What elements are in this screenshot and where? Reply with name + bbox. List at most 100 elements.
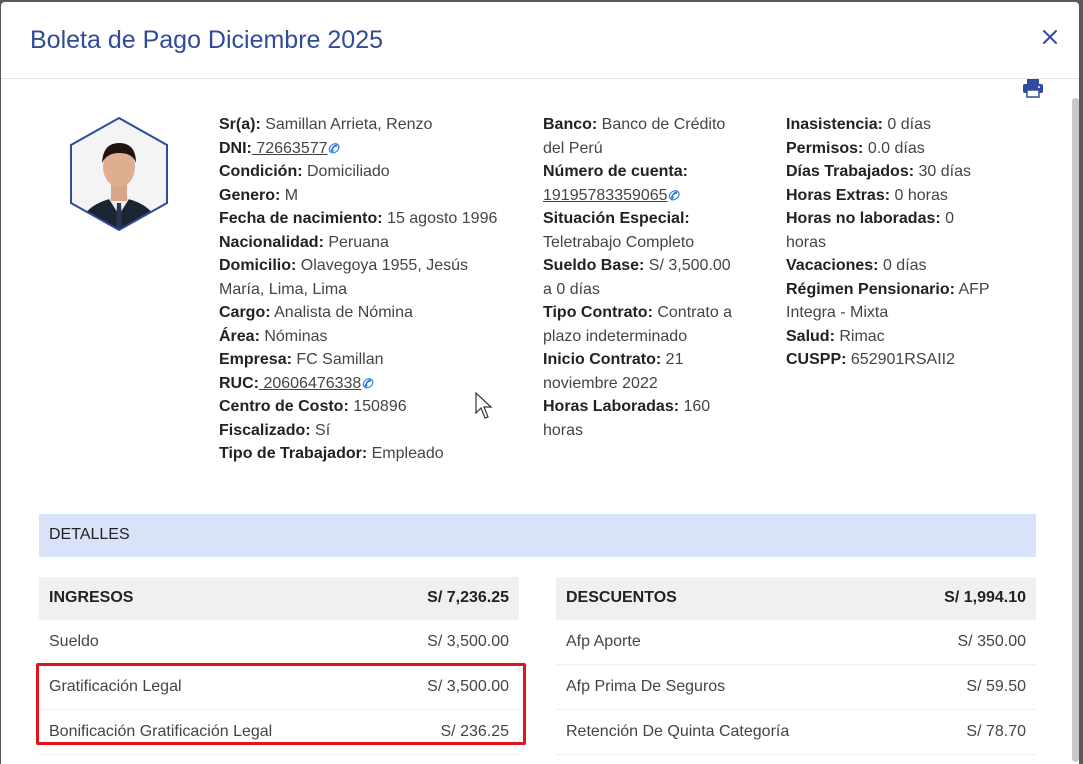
descuentos-title: DESCUENTOS [566, 589, 677, 606]
info-field-value: 0 días [882, 116, 931, 133]
info-field-label: Inicio Contrato: [543, 351, 662, 368]
info-field-value-continued: María, Lima, Lima [219, 280, 348, 298]
info-field: Vacaciones: 0 días [786, 254, 1011, 278]
info-field: Sueldo Base: S/ 3,500.00 [543, 254, 758, 278]
info-field-label: Días Trabajados: [786, 163, 915, 180]
info-field: Nacionalidad: Peruana [219, 231, 519, 255]
info-field-label: Salud: [786, 327, 835, 345]
descuentos-header: DESCUENTOS S/ 1,994.10 [556, 577, 1036, 620]
info-field-value: Sí [310, 421, 331, 439]
modal-title: Boleta de Pago Diciembre 2025 [30, 26, 384, 54]
info-field-label: Régimen Pensionario: [786, 280, 955, 298]
info-field: Número de cuenta: [543, 160, 758, 184]
info-field: Área: Nóminas [219, 325, 519, 349]
info-field-value: 0 horas [890, 186, 948, 204]
account-number-link[interactable]: 19195783359065 [543, 187, 668, 204]
close-icon[interactable] [1041, 28, 1059, 46]
info-field: Horas no laboradas: 0 [786, 207, 1011, 231]
info-field-value: M [280, 186, 299, 204]
info-field-value: Contrato a [652, 304, 733, 321]
info-field: RUC: 20606476338✆ [219, 372, 519, 396]
info-field: Tipo Contrato: Contrato a [543, 301, 758, 325]
info-field: Situación Especial: [543, 207, 758, 231]
ingresos-title: INGRESOS [49, 589, 134, 606]
info-field: CUSPP: 652901RSAII2 [786, 348, 1011, 372]
info-field: Empresa: FC Samillan [219, 348, 519, 372]
info-field: Genero: M [219, 184, 519, 208]
info-field: Permisos: 0.0 días [786, 137, 1011, 161]
info-field: Horas Laboradas: 160 [543, 395, 758, 419]
info-field: Inasistencia: 0 días [786, 113, 1011, 137]
info-field-value[interactable]: 20606476338 [259, 375, 361, 392]
phone-icon[interactable]: ✆ [668, 188, 679, 203]
info-field: Domicilio: Olavegoya 1955, Jesús [219, 254, 519, 278]
info-field-value: Peruana [323, 233, 389, 251]
info-field: Centro de Costo: 150896 [219, 395, 519, 419]
info-field-value: 652901RSAII2 [846, 351, 955, 368]
info-field-value-continued: noviembre 2022 [543, 374, 658, 392]
scrollbar[interactable] [1072, 98, 1079, 762]
detalles-section-header: DETALLES [39, 514, 1036, 557]
ingresos-total: S/ 7,236.25 [427, 589, 509, 606]
info-field: Cargo: Analista de Nómina [219, 301, 519, 325]
info-field-value: Rimac [834, 327, 885, 345]
info-field-label: Sr(a): [219, 116, 261, 133]
phone-icon[interactable]: ✆ [361, 376, 372, 391]
info-field-label: Permisos: [786, 139, 864, 157]
info-field-value: Olavegoya 1955, Jesús [296, 257, 469, 274]
info-field-value-continued: horas [786, 233, 827, 251]
concept-label: Afp Aporte [566, 633, 641, 650]
payslip-modal: Boleta de Pago Diciembre 2025 Sr(a): Sam… [1, 2, 1079, 764]
concept-amount: S/ 350.00 [957, 633, 1027, 650]
concept-amount: S/ 78.70 [966, 723, 1026, 740]
info-field-value-continued: Integra - Mixta [786, 304, 889, 321]
descuentos-table: DESCUENTOS S/ 1,994.10 Afp Aporte S/ 350… [556, 577, 1036, 755]
info-field-label: Banco: [543, 116, 598, 133]
modal-header: Boleta de Pago Diciembre 2025 [1, 2, 1079, 79]
info-field-label: Vacaciones: [786, 257, 879, 274]
info-field-label: Tipo Contrato: [543, 304, 653, 321]
employee-info-column-1: Sr(a): Samillan Arrieta, Renzo DNI: 72663… [219, 113, 519, 466]
info-field-label: Inasistencia: [786, 116, 883, 133]
info-field-value-continued: plazo indeterminado [543, 327, 688, 345]
info-field-label: Horas Extras: [786, 186, 891, 204]
info-field-value: 0.0 días [863, 139, 925, 157]
phone-icon[interactable]: ✆ [328, 141, 339, 156]
info-field-value: Samillan Arrieta, Renzo [260, 116, 433, 133]
info-field-value: Empleado [367, 445, 444, 462]
info-field-value-continued: a 0 días [543, 280, 600, 298]
concept-amount: S/ 59.50 [966, 678, 1026, 695]
info-field-label: Genero: [219, 186, 281, 204]
info-field-value: FC Samillan [291, 351, 384, 368]
info-field-value-continued: del Perú [543, 139, 603, 157]
employee-info-column-3: Inasistencia: 0 días Permisos: 0.0 días Dí… [786, 113, 1011, 372]
info-field: Fiscalizado: Sí [219, 419, 519, 443]
table-row: Afp Prima De Seguros S/ 59.50 [556, 665, 1036, 710]
info-field-label: DNI: [219, 139, 252, 157]
table-row: Sueldo S/ 3,500.00 [39, 620, 519, 665]
info-field: Inicio Contrato: 21 [543, 348, 758, 372]
info-field-value: S/ 3,500.00 [644, 257, 731, 274]
info-field: Horas Extras: 0 horas [786, 184, 1011, 208]
info-field-value: 15 agosto 1996 [382, 210, 498, 227]
info-field: Banco: Banco de Crédito [543, 113, 758, 137]
info-field-label: Domicilio: [219, 257, 297, 274]
info-field-value: Domiciliado [302, 163, 390, 180]
info-field-value: Nóminas [259, 327, 328, 345]
info-field-value: 150896 [348, 398, 407, 415]
info-field-value[interactable]: 72663577 [252, 140, 327, 157]
info-field-label: Horas Laboradas: [543, 398, 680, 415]
info-field-label: Tipo de Trabajador: [219, 445, 368, 462]
info-field: Salud: Rimac [786, 325, 1011, 349]
info-field-label: Condición: [219, 163, 303, 180]
info-field-label: Horas no laboradas: [786, 210, 941, 227]
print-icon[interactable] [1022, 78, 1044, 98]
info-field: Fecha de nacimiento: 15 agosto 1996 [219, 207, 519, 231]
info-field: Días Trabajados: 30 días [786, 160, 1011, 184]
concept-label: Afp Prima De Seguros [566, 678, 726, 695]
detalles-label: DETALLES [49, 526, 130, 543]
info-field: DNI: 72663577✆ [219, 137, 519, 161]
concept-amount: S/ 3,500.00 [427, 633, 509, 650]
info-field: Régimen Pensionario: AFP [786, 278, 1011, 302]
mouse-cursor-icon [475, 392, 493, 419]
